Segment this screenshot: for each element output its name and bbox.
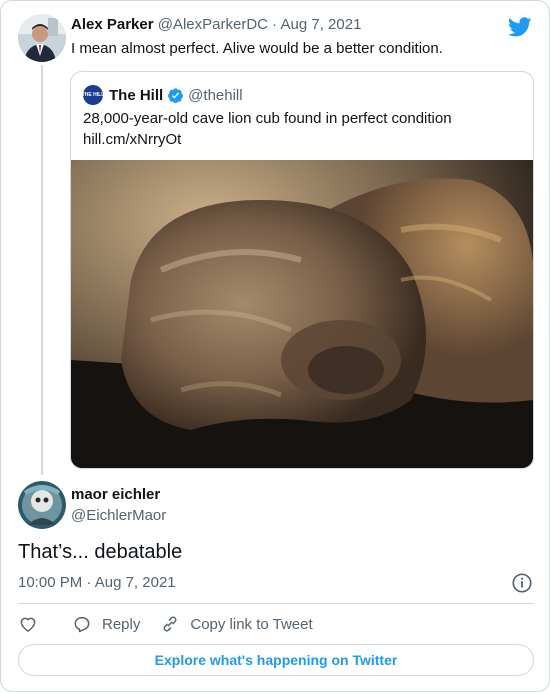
avatar[interactable]	[18, 481, 66, 529]
heart-icon	[20, 617, 36, 632]
quoted-tweet-link[interactable]: hill.cm/xNrryOt	[83, 131, 181, 148]
separator: ·	[272, 16, 278, 33]
tweet-date[interactable]: Aug 7, 2021	[281, 16, 362, 33]
reply-tweet-text: That’s... debatable	[18, 541, 183, 563]
explore-twitter-button[interactable]: Explore what's happening on Twitter	[18, 644, 534, 676]
divider	[18, 603, 534, 604]
reply-button[interactable]: Reply	[72, 614, 140, 634]
quoted-author-handle: @thehill	[188, 86, 243, 104]
quoted-tweet[interactable]: THE HILL The Hill @thehill 28,000-year-o…	[70, 71, 534, 469]
reply-icon	[74, 617, 90, 633]
embedded-tweet-card: Alex Parker @AlexParkerDC · Aug 7, 2021 …	[0, 0, 550, 692]
tweet-timestamp[interactable]: 10:00 PM · Aug 7, 2021	[18, 574, 176, 591]
tweet-date: Aug 7, 2021	[94, 574, 176, 591]
separator: ·	[86, 574, 92, 591]
cave-lion-cub-photo[interactable]	[71, 160, 533, 469]
reply-label: Reply	[102, 615, 141, 633]
reply-author-name[interactable]: maor eichler	[71, 486, 160, 503]
the-hill-logo: THE HILL	[82, 85, 104, 105]
like-button[interactable]	[18, 614, 38, 634]
link-icon	[163, 616, 177, 632]
quoted-tweet-header: THE HILL The Hill @thehill	[82, 85, 243, 105]
info-icon[interactable]	[511, 572, 533, 594]
avatar[interactable]	[18, 14, 66, 62]
tweet-text: I mean almost perfect. Alive would be a …	[71, 40, 443, 57]
reply-author-handle[interactable]: @EichlerMaor	[71, 507, 166, 524]
thread-line	[41, 65, 43, 475]
tweet-actions: Reply Copy link to Tweet	[18, 613, 313, 635]
quoted-tweet-text: 28,000-year-old cave lion cub found in p…	[83, 110, 452, 127]
author-handle[interactable]: @AlexParkerDC	[158, 16, 268, 33]
tweet-time: 10:00 PM	[18, 574, 83, 591]
copy-link-label: Copy link to Tweet	[190, 615, 313, 633]
verified-badge-icon	[168, 87, 184, 103]
author-name[interactable]: Alex Parker	[71, 16, 154, 33]
quoted-author-name: The Hill	[109, 86, 164, 104]
parent-tweet-header: Alex Parker @AlexParkerDC · Aug 7, 2021	[71, 16, 361, 33]
twitter-bird-icon[interactable]	[508, 15, 532, 39]
copy-link-button[interactable]: Copy link to Tweet	[160, 614, 313, 634]
